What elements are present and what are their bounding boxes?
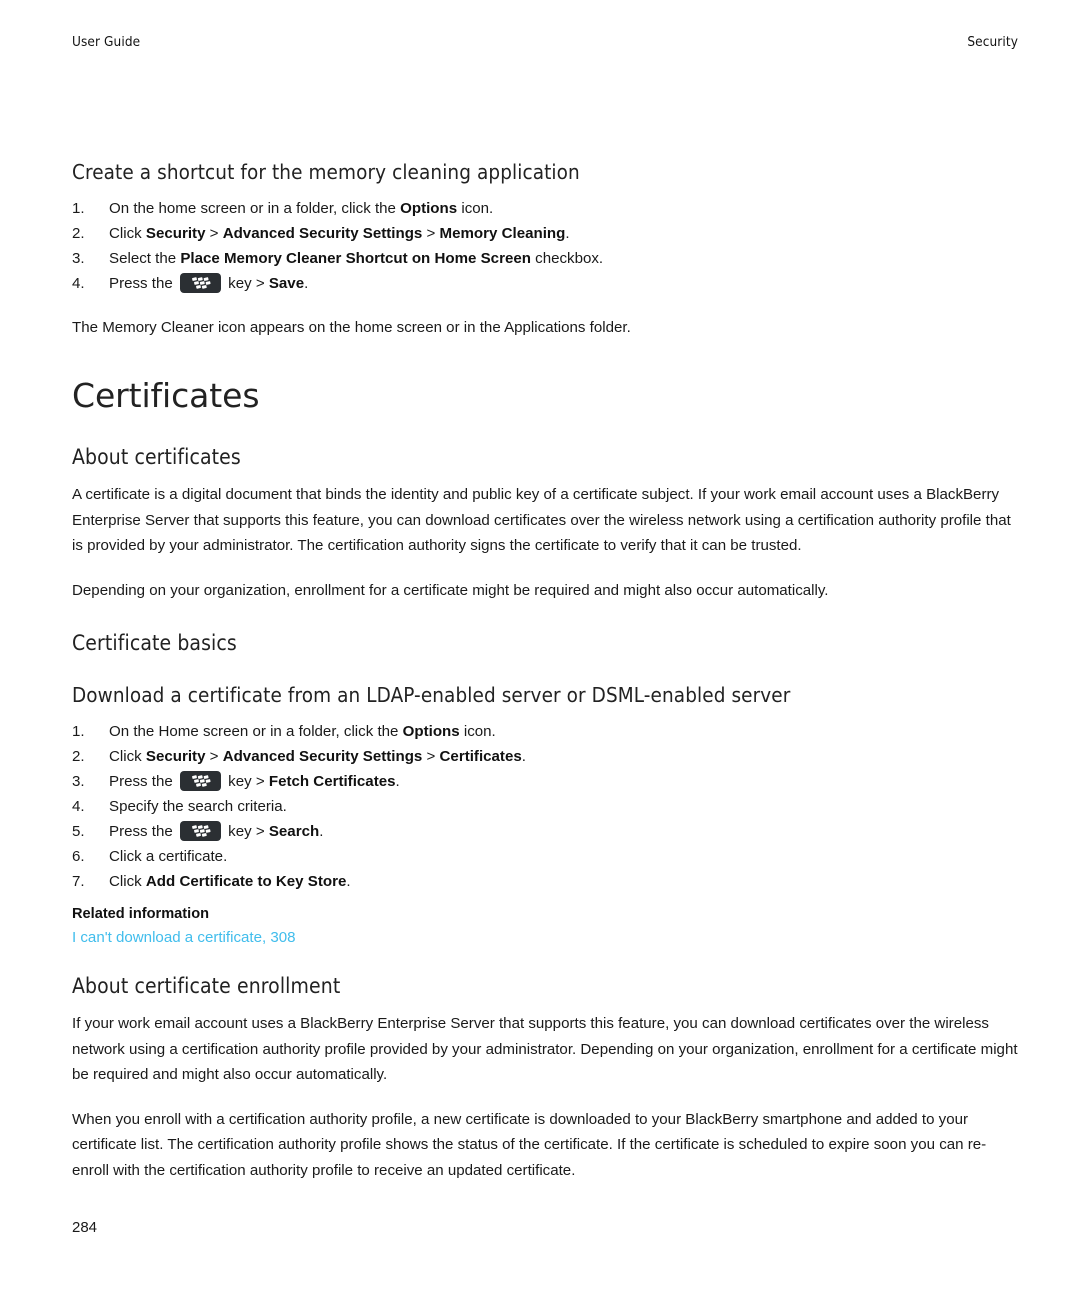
heading-about-certificate-enrollment: About certificate enrollment bbox=[72, 974, 341, 999]
paragraph-enrollment-1: If your work email account uses a BlackB… bbox=[72, 1015, 1018, 1084]
heading-download-certificate: Download a certificate from an LDAP-enab… bbox=[72, 683, 791, 708]
step-text: Specify the search criteria. bbox=[109, 798, 287, 816]
step-text: Press the bbox=[109, 773, 177, 791]
step-text: icon. bbox=[459, 723, 496, 741]
step-text: key > bbox=[223, 274, 269, 292]
heading-create-memory-shortcut: Create a shortcut for the memory cleanin… bbox=[72, 160, 580, 184]
emphasis: Security bbox=[145, 224, 206, 242]
step-text: Click bbox=[109, 224, 146, 242]
paragraph-about-certificates-2: Depending on your organization, enrollme… bbox=[72, 581, 829, 599]
step-text: checkbox. bbox=[530, 249, 604, 267]
step-text: . bbox=[521, 748, 526, 766]
emphasis: Options bbox=[400, 199, 458, 217]
emphasis: Certificates bbox=[439, 748, 522, 766]
step-text: Select the bbox=[109, 249, 181, 267]
list-item: Press the key > Fetch Certificates. bbox=[72, 769, 1020, 794]
related-link-cant-download-certificate[interactable]: I can't download a certificate, 308 bbox=[72, 926, 296, 950]
heading-certificate-basics: Certificate basics bbox=[72, 631, 237, 656]
blackberry-menu-key-icon bbox=[179, 821, 221, 842]
paragraph-about-certificates-1: A certificate is a digital document that… bbox=[72, 486, 1011, 555]
step-text: key > bbox=[223, 773, 269, 791]
paragraph-enrollment-2: When you enroll with a certification aut… bbox=[72, 1110, 987, 1179]
step-text: . bbox=[319, 823, 324, 841]
list-item: Press the key > Search. bbox=[72, 819, 1020, 844]
emphasis: Search bbox=[268, 823, 320, 841]
step-text: Click bbox=[109, 873, 146, 891]
running-header: User Guide Security bbox=[72, 34, 1018, 50]
step-text: key > bbox=[223, 823, 269, 841]
step-text: On the Home screen or in a folder, click… bbox=[109, 723, 403, 741]
list-item: Press the key > Save. bbox=[72, 271, 1020, 296]
document-page: User Guide Security Create a shortcut fo… bbox=[0, 0, 1080, 1296]
list-item: Click Security > Advanced Security Setti… bbox=[72, 221, 1020, 246]
heading-about-certificates: About certificates bbox=[72, 445, 241, 470]
list-item: On the Home screen or in a folder, click… bbox=[72, 719, 1020, 744]
list-item: Click Add Certificate to Key Store. bbox=[72, 869, 1020, 894]
list-item: On the home screen or in a folder, click… bbox=[72, 196, 1020, 221]
emphasis: Options bbox=[402, 723, 460, 741]
step-text: . bbox=[304, 274, 309, 292]
blackberry-menu-key-icon bbox=[179, 272, 221, 293]
step-text: . bbox=[395, 773, 400, 791]
emphasis: Place Memory Cleaner Shortcut on Home Sc… bbox=[180, 249, 531, 267]
emphasis: Advanced Security Settings bbox=[222, 748, 423, 766]
header-chapter-title: Security bbox=[967, 34, 1018, 50]
page-number: 284 bbox=[72, 1219, 98, 1236]
result-memory-shortcut: The Memory Cleaner icon appears on the h… bbox=[72, 318, 631, 336]
step-text: . bbox=[346, 873, 351, 891]
list-item: Click a certificate. bbox=[72, 844, 1020, 869]
content-column: Create a shortcut for the memory cleanin… bbox=[72, 160, 1020, 1183]
list-item: Select the Place Memory Cleaner Shortcut… bbox=[72, 246, 1020, 271]
emphasis: Save bbox=[268, 274, 305, 292]
emphasis: Fetch Certificates bbox=[268, 773, 396, 791]
step-text: On the home screen or in a folder, click… bbox=[109, 199, 401, 217]
step-text: > bbox=[205, 748, 223, 766]
header-book-title: User Guide bbox=[72, 34, 141, 50]
emphasis: Memory Cleaning bbox=[439, 224, 566, 242]
step-text: Press the bbox=[109, 274, 177, 292]
step-text: > bbox=[205, 224, 223, 242]
emphasis: Security bbox=[145, 748, 206, 766]
step-text: Click bbox=[109, 748, 146, 766]
step-text: > bbox=[422, 224, 440, 242]
list-item: Click Security > Advanced Security Setti… bbox=[72, 744, 1020, 769]
related-information-title: Related information bbox=[72, 906, 210, 923]
steps-create-memory-shortcut: On the home screen or in a folder, click… bbox=[72, 196, 1020, 296]
step-text: > bbox=[422, 748, 440, 766]
step-text: . bbox=[565, 224, 570, 242]
emphasis: Add Certificate to Key Store bbox=[145, 873, 347, 891]
emphasis: Advanced Security Settings bbox=[222, 224, 423, 242]
blackberry-menu-key-icon bbox=[179, 771, 221, 792]
step-text: icon. bbox=[457, 199, 494, 217]
step-text: Press the bbox=[109, 823, 177, 841]
steps-download-certificate: On the Home screen or in a folder, click… bbox=[72, 719, 1020, 894]
step-text: Click a certificate. bbox=[109, 848, 228, 866]
page-title: Certificates bbox=[72, 376, 260, 416]
list-item: Specify the search criteria. bbox=[72, 794, 1020, 819]
